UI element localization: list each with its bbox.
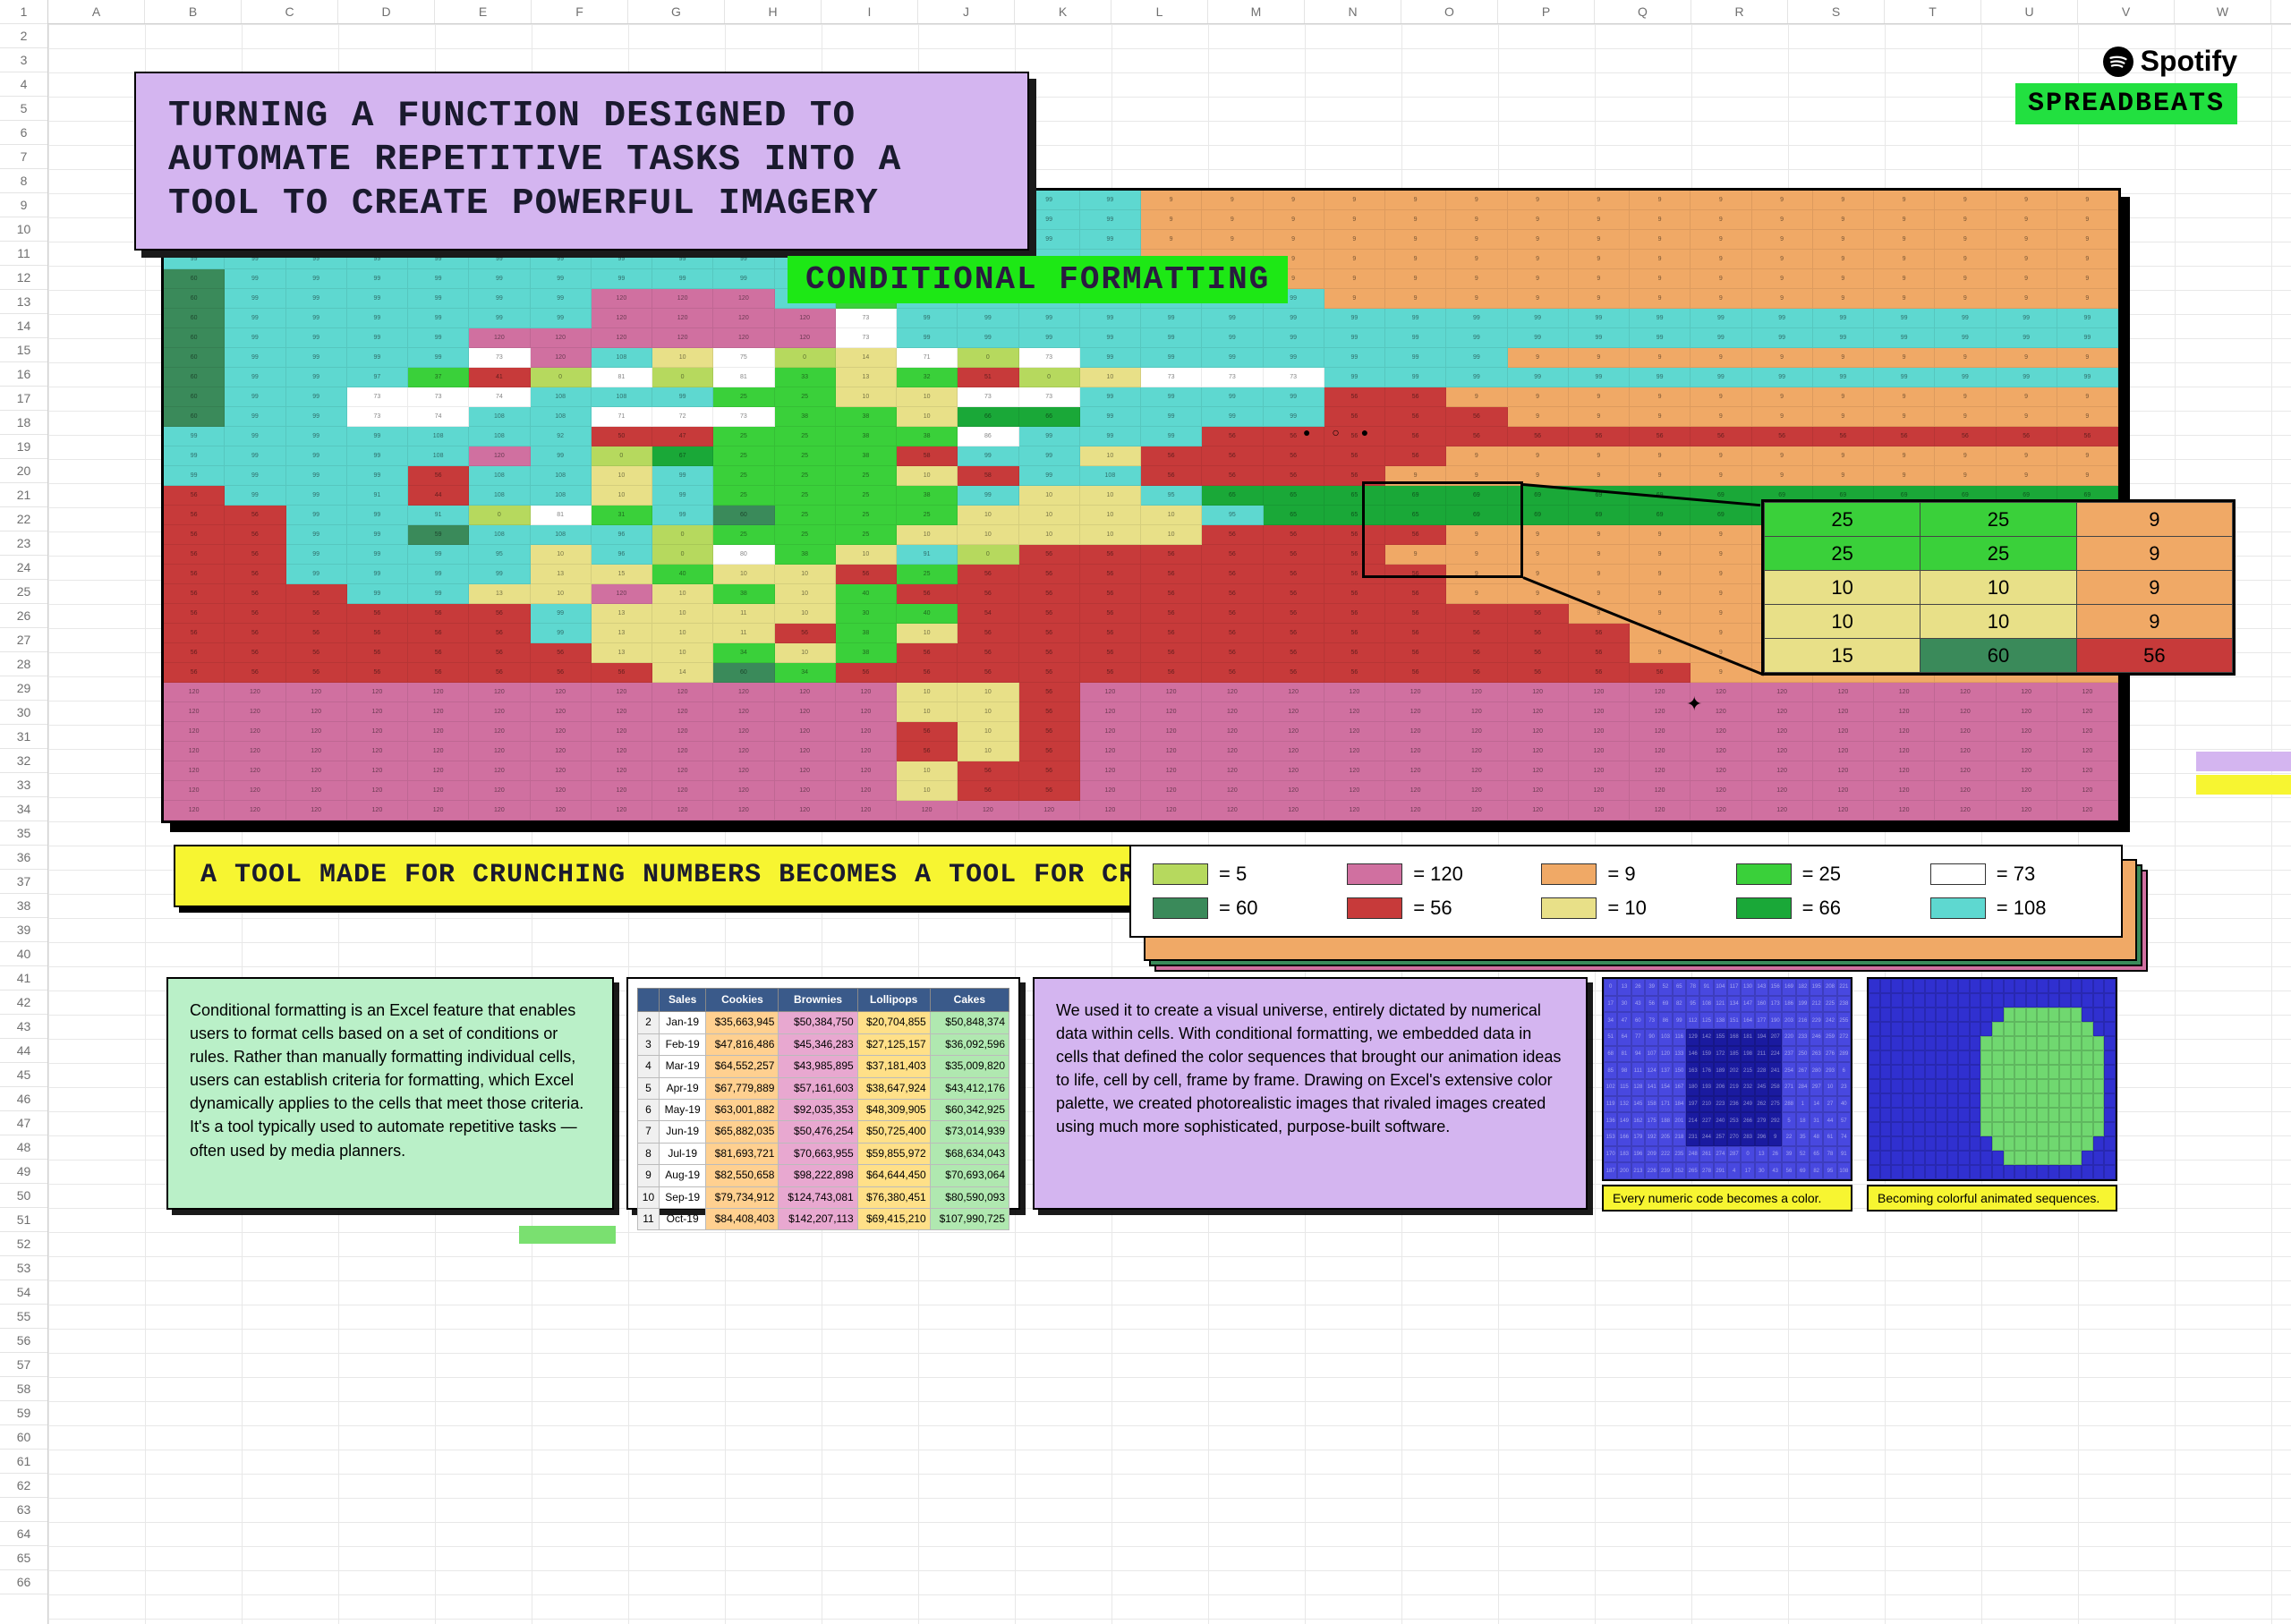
spotify-logo: Spotify [2015, 45, 2237, 78]
mini-table: SalesCookiesBrowniesLollipopsCakes2Jan-1… [637, 988, 1009, 1230]
spotify-icon [2103, 47, 2133, 77]
zoom-source-frame [1362, 481, 1523, 578]
thumb-numeric-codes: 0132639526578911041171301431561691821952… [1602, 977, 1852, 1181]
title-text: Turning a function designed to automate … [168, 95, 995, 227]
stub-yellow [2196, 775, 2291, 795]
subtitle-tag: CONDITIONAL FORMATTING [788, 256, 1288, 303]
logo-block: Spotify SPREADBEATS [2015, 45, 2237, 124]
thumb-animated-face [1867, 977, 2117, 1181]
cursor-icon: ✦ [1686, 693, 1702, 716]
spotify-label: Spotify [2141, 45, 2237, 78]
card-explanation-text: Conditional formatting is an Excel featu… [190, 999, 591, 1162]
spreadbeats-label: SPREADBEATS [2015, 83, 2237, 124]
zoom-inset: 25259252591010910109156056 [1761, 499, 2236, 676]
caption-1: Every numeric code becomes a color. [1602, 1185, 1852, 1212]
face-eyes: ● ○ ● [1303, 425, 1377, 439]
zoom-table: 25259252591010910109156056 [1764, 502, 2233, 673]
row-headers: 1234567891011121314151617181920212223242… [0, 0, 48, 1624]
card-usage-text: We used it to create a visual universe, … [1056, 999, 1564, 1139]
stub-green [519, 1226, 616, 1244]
color-legend: = 5= 120= 9= 25= 73= 60= 56= 10= 66= 108 [1129, 845, 2123, 938]
stub-purple [2196, 752, 2291, 771]
title-box: Turning a function designed to automate … [134, 72, 1029, 251]
card-explanation: Conditional formatting is an Excel featu… [166, 977, 614, 1210]
card-usage: We used it to create a visual universe, … [1033, 977, 1588, 1210]
caption-2: Becoming colorful animated sequences. [1867, 1185, 2117, 1212]
card-mini-spreadsheet: SalesCookiesBrowniesLollipopsCakes2Jan-1… [626, 977, 1020, 1210]
column-headers: ABCDEFGHIJKLMNOPQRSTUVW [0, 0, 2291, 24]
